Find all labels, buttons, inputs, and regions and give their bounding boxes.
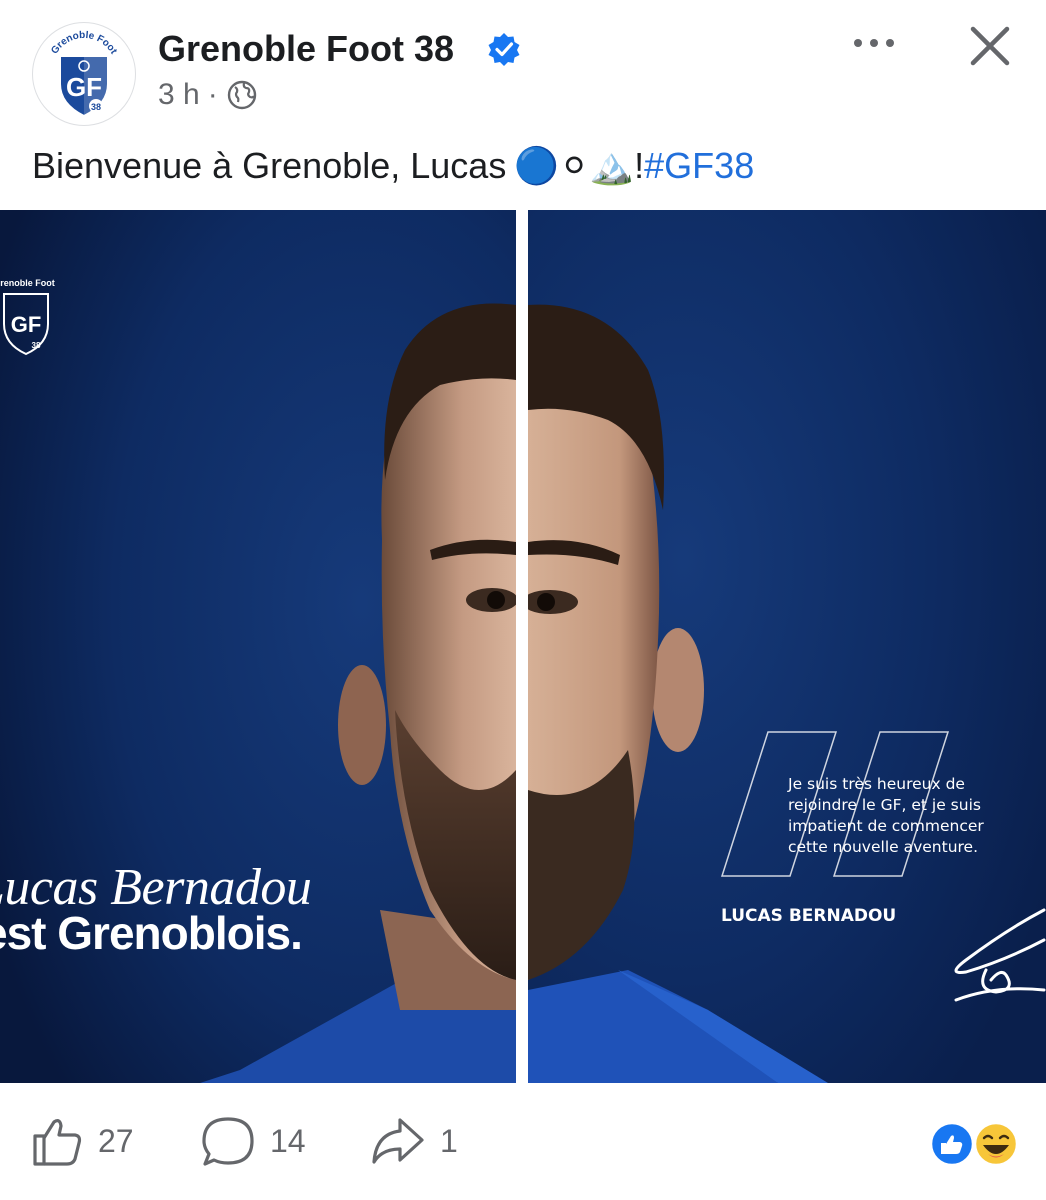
headline-tagline: est Grenoblois. xyxy=(0,907,303,959)
club-badge-graphic: Grenoble Foot GF 38 xyxy=(0,278,55,356)
svg-text:GF: GF xyxy=(66,72,102,102)
more-options-icon[interactable] xyxy=(850,28,898,58)
page-avatar[interactable]: Grenoble Foot GF 38 xyxy=(32,22,136,126)
quote-line: impatient de commencer xyxy=(788,817,984,835)
caption-bang: ! xyxy=(634,145,645,186)
laugh-reaction-icon xyxy=(973,1121,1019,1167)
share-button[interactable]: 1 xyxy=(370,1113,458,1169)
meta-separator: · xyxy=(207,78,218,111)
page-name[interactable]: Grenoble Foot 38 xyxy=(158,28,454,70)
player-quote: Je suis très heureux de rejoindre le GF,… xyxy=(788,774,1028,858)
post-meta: 3 h · xyxy=(158,78,258,112)
verified-badge-icon xyxy=(488,33,520,66)
like-count: 27 xyxy=(98,1122,134,1159)
quote-author: LUCAS BERNADOU xyxy=(721,906,897,926)
hashtag-link[interactable]: #GF38 xyxy=(644,145,754,187)
post-image[interactable]: Grenoble Foot GF 38 Lucas Bernadou est G… xyxy=(0,210,1046,1083)
svg-text:38: 38 xyxy=(32,341,41,350)
svg-text:38: 38 xyxy=(91,102,101,112)
post-header: Grenoble Foot GF 38 Grenoble Foot 38 3 h… xyxy=(0,0,1046,130)
quote-line: cette nouvelle aventure. xyxy=(788,838,979,856)
image-panel-left: Grenoble Foot GF 38 Lucas Bernadou est G… xyxy=(0,210,516,1083)
caption-text: Bienvenue à Grenoble, Lucas xyxy=(32,145,507,186)
svg-text:GF: GF xyxy=(11,312,42,337)
caption-emojis: 🔵⚪🏔️ xyxy=(514,145,635,186)
post-caption: Bienvenue à Grenoble, Lucas 🔵⚪🏔️ ! #GF38 xyxy=(32,140,754,192)
comment-icon xyxy=(202,1117,254,1166)
club-logo-icon: Grenoble Foot GF 38 xyxy=(49,30,119,118)
reaction-summary[interactable] xyxy=(928,1121,1022,1167)
share-count: 1 xyxy=(440,1122,458,1159)
quote-line: Je suis très heureux de xyxy=(788,775,965,793)
svg-text:Grenoble Foot: Grenoble Foot xyxy=(0,278,55,288)
quote-line: rejoindre le GF, et je suis xyxy=(788,796,981,814)
globe-icon xyxy=(227,80,256,110)
like-reaction-icon xyxy=(929,1121,975,1167)
close-icon[interactable] xyxy=(966,22,1014,70)
player-signature xyxy=(954,908,1046,1002)
comment-count: 14 xyxy=(270,1122,306,1159)
image-panel-right: Je suis très heureux de rejoindre le GF,… xyxy=(528,210,1046,1083)
share-arrow-icon xyxy=(372,1118,424,1164)
comment-button[interactable]: 14 xyxy=(200,1113,306,1169)
post-time[interactable]: 3 h xyxy=(158,78,200,112)
thumbs-up-icon xyxy=(33,1119,82,1166)
post-actions-bar: 27 14 1 xyxy=(0,1083,1046,1200)
svg-text:Grenoble Foot: Grenoble Foot xyxy=(49,30,119,57)
like-button[interactable]: 27 xyxy=(30,1113,134,1169)
